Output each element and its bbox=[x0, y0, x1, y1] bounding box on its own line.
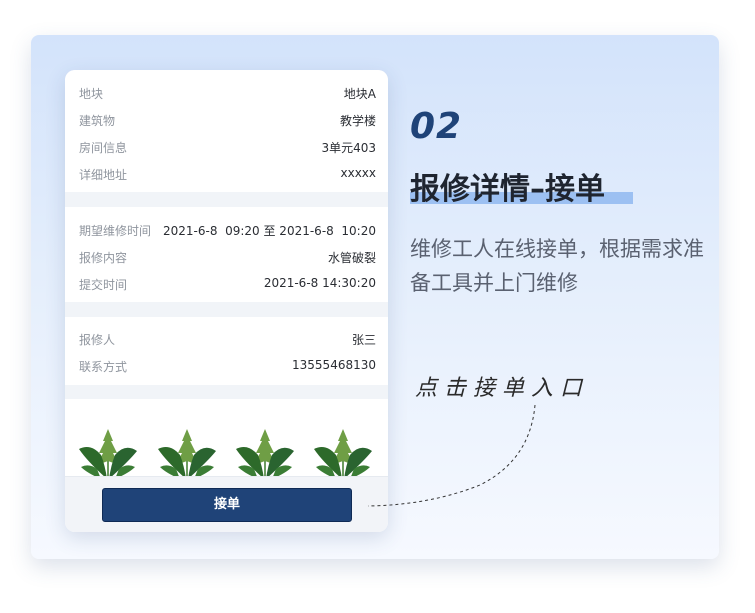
step-description: 维修工人在线接单，根据需求准备工具并上门维修 bbox=[410, 237, 704, 295]
row-value: 13555468130 bbox=[292, 358, 376, 372]
location-info-card: 地块 地块A 建筑物 教学楼 房间信息 3单元403 详细地址 xxxxx bbox=[65, 70, 388, 192]
row-label: 提交时间 bbox=[79, 278, 128, 292]
row-value: 水管破裂 bbox=[327, 251, 376, 265]
phone-mockup: 地块 地块A 建筑物 教学楼 房间信息 3单元403 详细地址 xxxxx 期望… bbox=[65, 70, 388, 532]
accept-order-button[interactable]: 接单 bbox=[102, 488, 352, 522]
step-number: 02 bbox=[410, 106, 463, 147]
row-value: xxxxx bbox=[340, 166, 376, 180]
row-value: 教学楼 bbox=[339, 114, 376, 128]
row-label: 报修人 bbox=[79, 333, 116, 347]
row-value: 2021-6-8 09:20 至 2021-6-8 10:20 bbox=[163, 224, 376, 238]
info-row-plot: 地块 地块A bbox=[79, 85, 376, 101]
info-row-expected-time: 期望维修时间 2021-6-8 09:20 至 2021-6-8 10:20 bbox=[79, 222, 376, 238]
monstera-leaf-icon bbox=[158, 429, 216, 479]
row-value: 2021-6-8 14:30:20 bbox=[263, 276, 376, 290]
row-label: 房间信息 bbox=[79, 141, 128, 155]
info-row-submit-time: 提交时间 2021-6-8 14:30:20 bbox=[79, 276, 376, 292]
monstera-leaf-icon bbox=[79, 429, 137, 479]
row-label: 地块 bbox=[79, 87, 104, 101]
repair-info-card: 期望维修时间 2021-6-8 09:20 至 2021-6-8 10:20 报… bbox=[65, 207, 388, 302]
row-label: 建筑物 bbox=[79, 114, 116, 128]
info-row-building: 建筑物 教学楼 bbox=[79, 112, 376, 128]
row-value: 地块A bbox=[343, 87, 376, 101]
callout-text: 点击接单入口 bbox=[415, 376, 590, 401]
row-value: 张三 bbox=[351, 333, 376, 347]
monstera-leaf-icon bbox=[236, 429, 294, 479]
row-value: 3单元403 bbox=[321, 141, 376, 155]
row-label: 联系方式 bbox=[79, 360, 128, 374]
info-row-address: 详细地址 xxxxx bbox=[79, 166, 376, 182]
info-row-room: 房间信息 3单元403 bbox=[79, 139, 376, 155]
row-label: 详细地址 bbox=[79, 168, 128, 182]
callout-arrow bbox=[367, 404, 536, 507]
step-title-block: 报修详情–接单 bbox=[410, 164, 633, 207]
info-row-content: 报修内容 水管破裂 bbox=[79, 249, 376, 265]
info-row-phone: 联系方式 13555468130 bbox=[79, 358, 376, 374]
row-label: 期望维修时间 bbox=[79, 224, 152, 238]
step-title: 报修详情–接单 bbox=[410, 172, 605, 207]
action-bar: 接单 bbox=[65, 476, 388, 532]
contact-info-card: 报修人 张三 联系方式 13555468130 bbox=[65, 317, 388, 385]
row-label: 报修内容 bbox=[79, 251, 128, 265]
info-row-reporter: 报修人 张三 bbox=[79, 331, 376, 347]
